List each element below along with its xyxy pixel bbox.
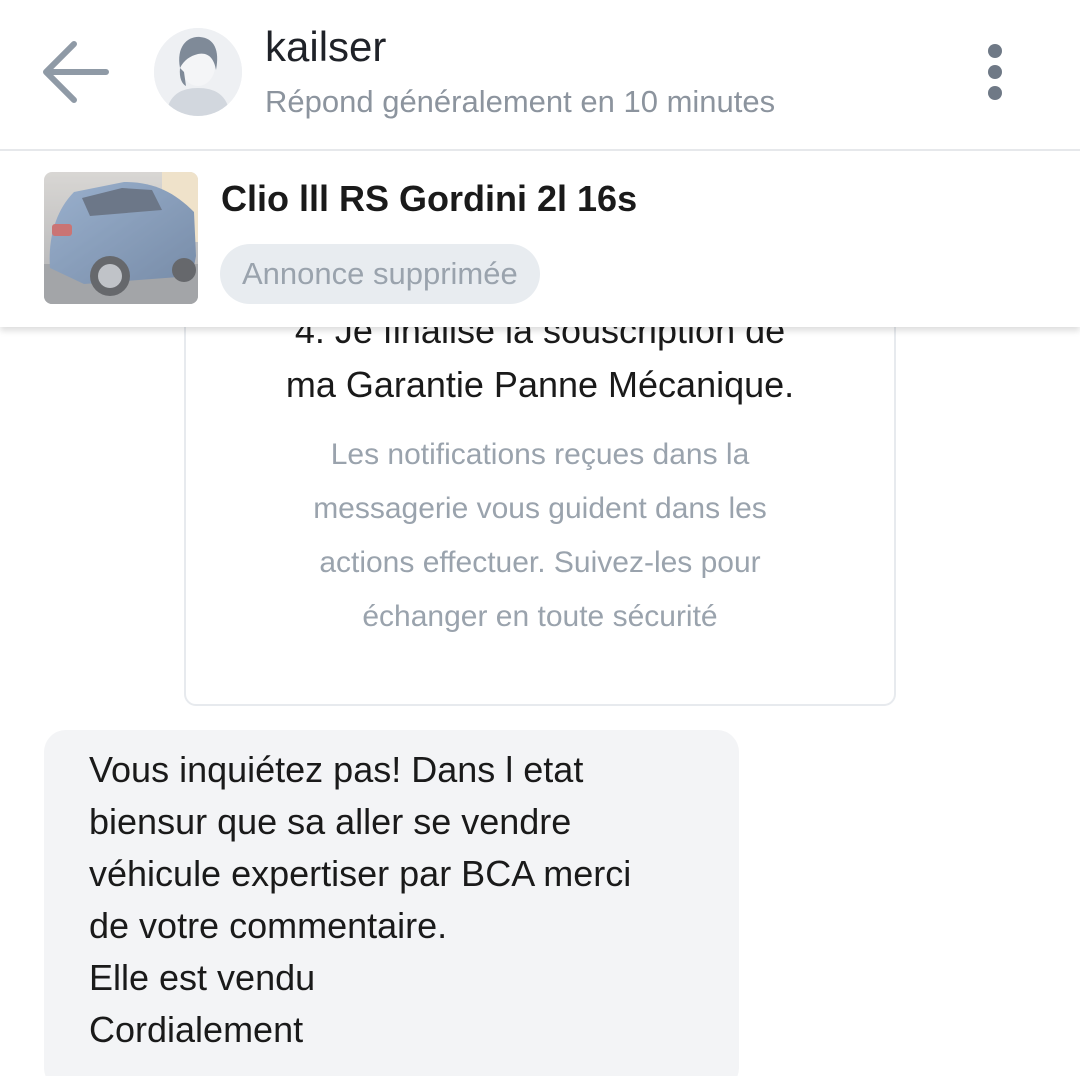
listing-status-badge: Annonce supprimée bbox=[220, 244, 540, 304]
message-line: de votre commentaire. bbox=[89, 905, 448, 946]
listing-thumbnail[interactable] bbox=[44, 172, 198, 304]
system-hint-line: Les notifications reçues dans la bbox=[330, 438, 750, 471]
user-avatar-icon bbox=[154, 28, 242, 116]
system-hint-line: échanger en toute sécurité bbox=[362, 600, 718, 633]
system-hint-text: Les notifications reçues dans la message… bbox=[246, 428, 834, 644]
back-button[interactable] bbox=[36, 34, 116, 110]
message-line: Elle est vendu bbox=[89, 957, 316, 998]
chat-screen: 4. Je finalise la souscription de ma Gar… bbox=[0, 0, 1080, 1076]
system-hint-line: messagerie vous guident dans les bbox=[313, 492, 767, 525]
system-step-line: ma Garantie Panne Mécanique. bbox=[285, 364, 795, 405]
listing-summary[interactable]: Clio lll RS Gordini 2l 16s Annonce suppr… bbox=[0, 151, 1080, 327]
incoming-message-bubble[interactable]: Vous inquiétez pas! Dans l etat biensur … bbox=[44, 730, 739, 1076]
more-options-button[interactable] bbox=[970, 36, 1020, 108]
chat-header: kailser Répond généralement en 10 minute… bbox=[0, 0, 1080, 151]
system-hint-line: actions effectuer. Suivez-les pour bbox=[319, 546, 761, 579]
contact-response-time: Répond généralement en 10 minutes bbox=[265, 84, 776, 119]
contact-name[interactable]: kailser bbox=[265, 22, 386, 72]
car-photo-icon bbox=[44, 172, 198, 304]
avatar[interactable] bbox=[154, 28, 242, 116]
listing-title[interactable]: Clio lll RS Gordini 2l 16s bbox=[221, 177, 637, 221]
arrow-left-icon bbox=[43, 41, 109, 103]
message-line: biensur que sa aller se vendre bbox=[89, 801, 572, 842]
message-line: Cordialement bbox=[89, 1009, 304, 1050]
message-line: Vous inquiétez pas! Dans l etat bbox=[89, 749, 584, 790]
message-line: véhicule expertiser par BCA merci bbox=[89, 853, 632, 894]
